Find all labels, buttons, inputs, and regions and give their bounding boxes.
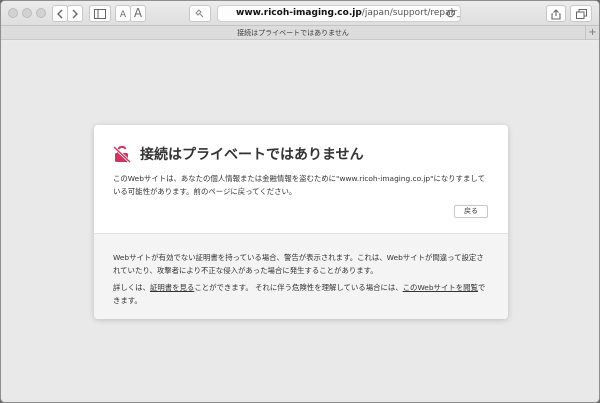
details-prefix: 詳しくは、 [113,283,150,292]
reload-icon[interactable] [446,9,455,18]
tabs-overview-button[interactable] [570,5,592,22]
browser-toolbar: A A www.ricoh-imaging.co.jp/japan/suppor… [1,1,599,26]
url-text: www.ricoh-imaging.co.jp/japan/support/re… [236,6,460,21]
warning-main-section: 接続はプライベートではありません このWebサイトは、あなたの個人情報または金融… [94,125,508,233]
details-text: Webサイトが有効でない証明書を持っている場合、警告が表示されます。これは、We… [113,253,484,275]
share-button[interactable] [546,5,566,22]
view-certificate-link[interactable]: 証明書を見る [150,283,194,292]
minimize-window-button[interactable] [22,8,32,18]
active-tab[interactable]: 接続はプライベートではありません [1,26,585,40]
puzzle-icon [195,9,204,18]
zoom-window-button[interactable] [36,8,46,18]
new-tab-button[interactable]: + [585,26,599,40]
font-small-label: A [119,10,127,20]
address-bar[interactable]: www.ricoh-imaging.co.jp/japan/support/re… [217,5,461,22]
url-host: www.ricoh-imaging.co.jp [236,8,362,18]
sidebar-button[interactable] [89,5,111,22]
close-window-button[interactable] [8,8,18,18]
go-back-button[interactable]: 戻る [454,205,488,218]
font-large-label: A [133,6,143,20]
warning-details-section: Webサイトが有効でない証明書を持っている場合、警告が表示されます。これは、We… [94,233,508,319]
error-title: 接続はプライベートではありません [140,147,364,163]
font-smaller-button[interactable]: A [115,5,131,22]
visit-website-link[interactable]: このWebサイトを閲覧 [403,283,478,292]
error-message: このWebサイトは、あなたの個人情報または金融情報を盗むために"www.rico… [113,174,485,196]
sidebar-icon [94,9,106,19]
details-middle: ことができます。 それに伴う危険性を理解している場合には、 [194,283,403,292]
browser-window: A A www.ricoh-imaging.co.jp/japan/suppor… [0,0,600,403]
page-content: 接続はプライベートではありません このWebサイトは、あなたの個人情報または金融… [1,41,599,402]
forward-nav-button[interactable] [67,5,83,22]
chevron-right-icon [72,9,78,19]
tab-bar: 接続はプライベートではありません + [1,26,599,40]
chevron-left-icon [57,9,63,19]
security-warning-card: 接続はプライベートではありません このWebサイトは、あなたの個人情報または金融… [94,125,508,319]
share-icon [551,9,561,20]
details-links-paragraph: 詳しくは、証明書を見ることができます。 それに伴う危険性を理解している場合には、… [113,281,491,307]
tabs-icon [575,9,587,19]
back-nav-button[interactable] [52,5,68,22]
broken-lock-icon [113,145,131,163]
font-larger-button[interactable]: A [130,5,146,22]
extension-button[interactable] [189,5,211,22]
